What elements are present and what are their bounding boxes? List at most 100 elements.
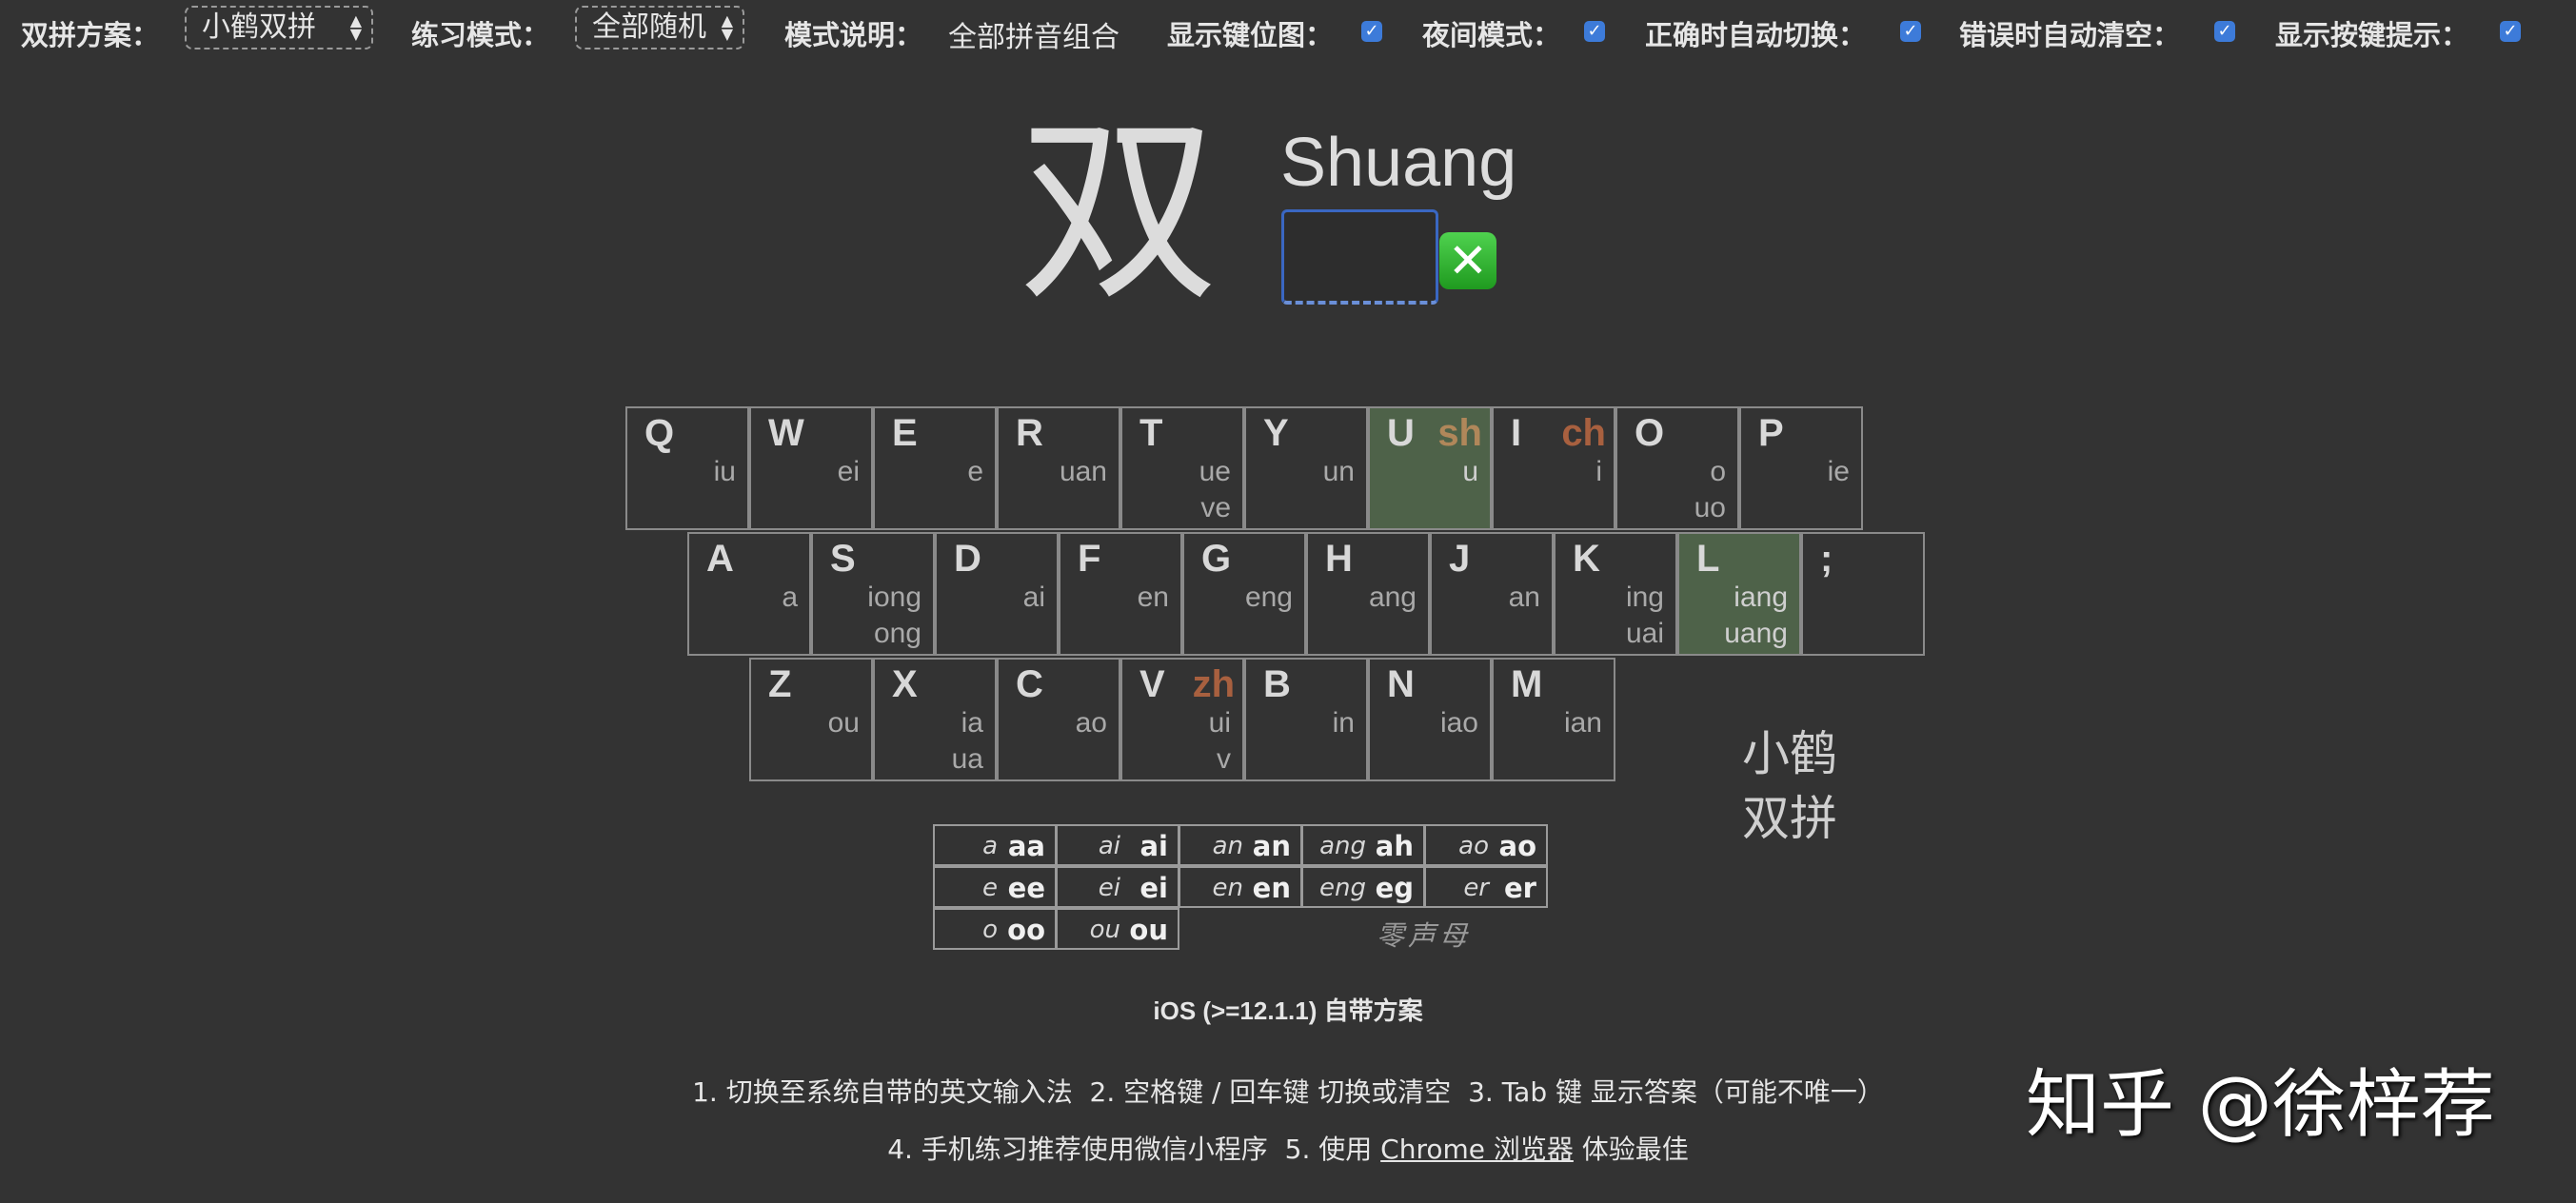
key-m: Mian [1492,658,1615,781]
zero-initial-cell: an an [1179,824,1302,866]
zero-initial-final: en [1212,874,1243,902]
key-letter: F [1078,538,1101,580]
practice-hanzi: 双 [1019,95,1219,328]
brand-line-1: 小鹤 [1742,726,1837,781]
zero-initial-keys: en [1252,872,1291,904]
zero-initial-final: ou [1089,916,1120,944]
key-final-1: iang [1734,582,1788,613]
key-final-1: ing [1625,582,1664,613]
key-letter: U [1387,412,1415,454]
night-mode-checkbox[interactable]: ✓ [1584,21,1605,42]
key-k: King uai [1554,532,1677,656]
key-final-2: v [1217,743,1231,775]
clear-icon[interactable]: ✕ [1439,232,1496,289]
key-final-1: a [782,582,798,613]
key-final-2: uai [1625,618,1664,649]
key-letter: K [1573,538,1600,580]
zero-initial-keys: aa [1007,830,1045,862]
zero-initial-final: er [1463,874,1489,902]
key-s: Siong ong [811,532,935,656]
key-letter: Q [644,412,675,454]
tip-5-suffix: 体验最佳 [1581,1134,1689,1165]
auto-switch-checkbox[interactable]: ✓ [1900,21,1921,42]
zero-initial-final: an [1212,832,1243,860]
select-arrows-icon: ▲ ▼ [721,11,733,43]
key-y: Yun [1244,406,1368,530]
zero-initial-keys: ei [1139,872,1168,904]
zero-initial-cell: ao ao [1424,824,1548,866]
key-letter: M [1511,663,1543,705]
brand-label: 小鹤 双拼 [1742,721,1847,851]
key-letter: I [1511,412,1522,454]
scheme-label: 双拼方案： [21,19,160,51]
auto-clear-label: 错误时自动清空： [1959,19,2181,51]
zero-initial-final: e [982,874,998,902]
key-x: Xia ua [873,658,997,781]
mode-select[interactable]: 全部随机 ▲ ▼ [575,6,744,49]
auto-switch-label: 正确时自动切换： [1645,19,1867,51]
key-letter: G [1201,538,1232,580]
key-letter: S [830,538,856,580]
tip-1: 1. 切换至系统自带的英文输入法 [692,1076,1073,1108]
zero-initial-keys: an [1252,830,1291,862]
key-final-2: ua [951,743,983,775]
key-final-2: uo [1694,492,1726,523]
key-final-2: ve [1200,492,1231,523]
key-w: Wei [749,406,873,530]
key-b: Bin [1244,658,1368,781]
select-arrows-icon: ▲ ▼ [349,11,362,43]
scheme-select[interactable]: 小鹤双拼 ▲ ▼ [185,6,373,49]
key-r: Ruan [997,406,1120,530]
mode-desc-value: 全部拼音组合 [948,21,1120,54]
key-final-1: ian [1563,707,1602,739]
key-final-1: un [1322,456,1355,487]
show-keymap-checkbox[interactable]: ✓ [1361,21,1382,42]
key-e: Ee [873,406,997,530]
key-q: Qiu [625,406,749,530]
key-p: Pie [1739,406,1863,530]
key-a: Aa [687,532,811,656]
key-final-1: e [967,456,983,487]
show-hint-checkbox[interactable]: ✓ [2500,21,2521,42]
practice-pinyin: Shuang [1280,125,1517,201]
zero-initial-keys: ai [1139,830,1168,862]
key-letter: N [1387,663,1415,705]
auto-clear-checkbox[interactable]: ✓ [2214,21,2235,42]
key-letter: Z [768,663,792,705]
key-final-1: ui [1208,707,1231,739]
key-final-1: ang [1368,582,1417,613]
key-final-1: eng [1244,582,1293,613]
key-initial: ch [1561,412,1606,454]
zero-initial-final: ao [1458,832,1489,860]
key-letter: P [1758,412,1784,454]
key-u: Ush u [1368,406,1492,530]
zero-initial-final: ei [1098,874,1120,902]
tip-4: 4. 手机练习推荐使用微信小程序 [887,1134,1268,1165]
scheme-select-value: 小鹤双拼 [202,10,316,44]
key-c: Cao [997,658,1120,781]
tip-2: 2. 空格键 / 回车键 切换或清空 [1089,1076,1452,1108]
night-mode-label: 夜间模式： [1422,19,1561,51]
key-final-1: ou [827,707,860,739]
key-letter: B [1263,663,1291,705]
zero-initial-keys: ou [1129,914,1168,946]
chrome-link[interactable]: Chrome 浏览器 [1380,1134,1574,1165]
zero-initial-cell: ang ah [1301,824,1425,866]
zero-initial-cell: er er [1424,866,1548,908]
answer-input[interactable] [1281,209,1438,305]
key-letter: ; [1820,538,1833,580]
mode-select-value: 全部随机 [592,10,706,44]
settings-bar: 双拼方案： 小鹤双拼 ▲ ▼ 练习模式： 全部随机 ▲ ▼ 模式说明： 全部拼音组合… [0,0,2576,61]
zero-initial-cell: en en [1179,866,1302,908]
key-j: Jan [1430,532,1554,656]
key-d: Dai [935,532,1059,656]
key-letter: Y [1263,412,1289,454]
key-initial: zh [1192,663,1235,705]
zero-initial-keys: ao [1498,830,1537,862]
key-o: Oo uo [1615,406,1739,530]
zero-initial-label: 零声母 [1377,919,1472,952]
key-h: Hang [1306,532,1430,656]
tip-3: 3. Tab 键 显示答案（可能不唯一） [1468,1076,1884,1108]
key-letter: A [706,538,734,580]
zero-initial-final: ang [1319,832,1366,860]
